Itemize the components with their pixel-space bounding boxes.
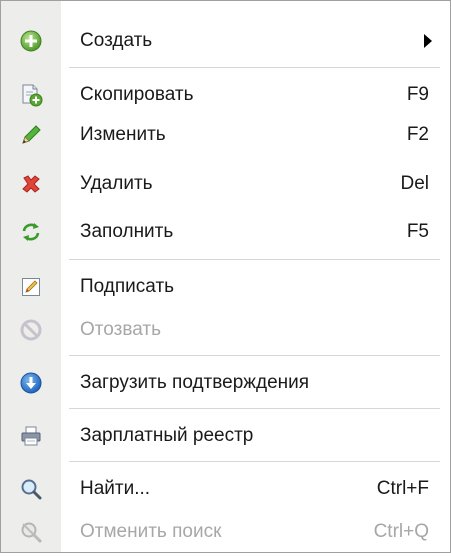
plus-circle-icon bbox=[19, 29, 43, 53]
menu-item-payroll-register[interactable]: Зарплатный реестр bbox=[1, 412, 450, 460]
shortcut-label: F5 bbox=[406, 221, 429, 242]
shortcut-label: Del bbox=[400, 173, 429, 194]
menu-item-sign[interactable]: Подписать bbox=[1, 263, 450, 311]
menu-item-label: Отменить поиск bbox=[80, 521, 222, 542]
download-icon bbox=[19, 371, 43, 395]
menu-item-label: Изменить bbox=[80, 124, 166, 145]
menu-item-edit[interactable]: Изменить F2 bbox=[1, 111, 450, 159]
separator bbox=[69, 461, 440, 462]
menu-item-label: Найти... bbox=[80, 478, 151, 499]
delete-x-icon bbox=[19, 172, 43, 196]
submenu-arrow-icon bbox=[424, 34, 432, 48]
context-menu: Создать Скопировать F9 Изменить F2 Удали… bbox=[0, 0, 451, 553]
printer-icon bbox=[19, 424, 43, 448]
menu-item-load-confirmations[interactable]: Загрузить подтверждения bbox=[1, 359, 450, 407]
menu-item-revoke: Отозвать bbox=[1, 306, 450, 354]
menu-item-cancel-search: Отменить поиск Ctrl+Q bbox=[1, 508, 450, 556]
menu-item-fill[interactable]: Заполнить F5 bbox=[1, 208, 450, 256]
menu-item-create[interactable]: Создать bbox=[1, 17, 450, 65]
refresh-icon bbox=[19, 220, 43, 244]
separator bbox=[69, 67, 440, 68]
revoke-icon bbox=[19, 318, 43, 342]
menu-item-label: Подписать bbox=[80, 276, 175, 297]
menu-item-label: Отозвать bbox=[80, 319, 161, 340]
menu-item-delete[interactable]: Удалить Del bbox=[1, 160, 450, 208]
menu-item-label: Создать bbox=[80, 30, 153, 51]
menu-item-label: Заполнить bbox=[80, 221, 174, 242]
shortcut-label: Ctrl+F bbox=[376, 478, 429, 499]
menu-item-label: Зарплатный реестр bbox=[80, 425, 254, 446]
shortcut-label: Ctrl+Q bbox=[373, 521, 429, 542]
search-icon bbox=[19, 477, 43, 501]
copy-icon bbox=[19, 83, 43, 107]
separator bbox=[69, 259, 440, 260]
menu-item-find[interactable]: Найти... Ctrl+F bbox=[1, 465, 450, 513]
separator bbox=[69, 355, 440, 356]
cancel-search-icon bbox=[19, 520, 43, 544]
sign-icon bbox=[19, 275, 43, 299]
shortcut-label: F2 bbox=[406, 124, 429, 145]
menu-item-label: Удалить bbox=[80, 173, 153, 194]
pencil-icon bbox=[19, 123, 43, 147]
menu-item-label: Загрузить подтверждения bbox=[80, 372, 310, 393]
separator bbox=[69, 408, 440, 409]
